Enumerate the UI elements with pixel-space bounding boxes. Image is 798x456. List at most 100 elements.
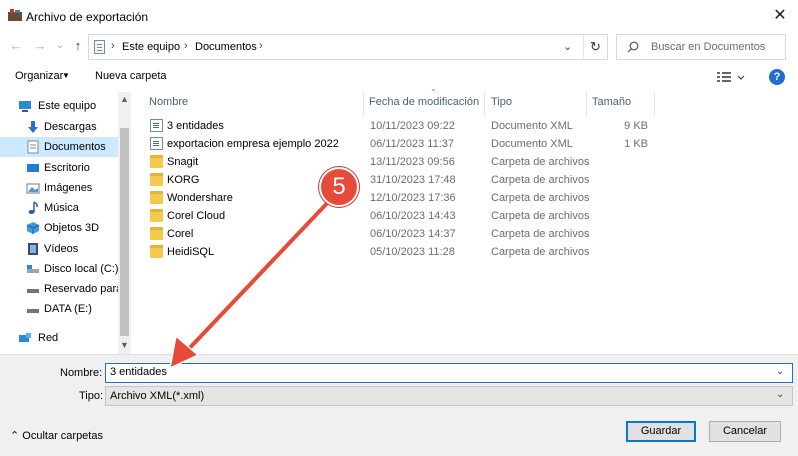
file-type-select[interactable]: Archivo XML(*.xml) [105,386,793,406]
file-name: Wondershare [167,192,233,204]
sidebar-item-label: Disco local (C:) [44,263,119,275]
sidebar-item-label: Imágenes [44,182,93,194]
sidebar-item-label: Objetos 3D [44,222,100,234]
sidebar-item-label: Escritorio [44,162,90,174]
cancel-button[interactable]: Cancelar [709,421,781,442]
video-icon [28,243,38,255]
search-input[interactable]: Buscar en Documentos [616,34,786,60]
column-header-date[interactable]: Fecha de modificación [369,96,479,108]
sidebar-item-objetos-3d[interactable]: Objetos 3D [0,218,118,238]
hide-folders-toggle[interactable]: ⌃ Ocultar carpetas [10,429,103,442]
sidebar-item-label: Música [44,202,79,214]
sidebar-item-label: Documentos [44,141,106,153]
sidebar-item-label: DATA (E:) [44,303,92,315]
column-header-size[interactable]: Tamaño [592,96,631,108]
sidebar-item-red[interactable]: Red [0,328,118,348]
desktop-icon [27,164,39,172]
drive-c-icon [27,265,39,273]
file-row[interactable]: HeidiSQL 05/10/2023 11:28 Carpeta de arc… [134,243,674,261]
file-date: 12/10/2023 17:36 [370,192,456,204]
sidebar-item-este-equipo[interactable]: Este equipo [0,96,118,116]
scroll-up-icon[interactable]: ▲ [118,94,131,104]
cube-3d-icon [26,222,40,234]
column-divider[interactable] [484,92,485,116]
file-type: Documento XML [491,120,573,132]
file-row[interactable]: 3 entidades 10/11/2023 09:22 Documento X… [134,117,674,135]
file-type: Carpeta de archivos [491,174,590,186]
file-type: Documento XML [491,138,573,150]
file-size: 9 KB [624,120,648,132]
file-type: Carpeta de archivos [491,210,590,222]
address-row: ← → ⌄ ↑ › Este equipo › Documentos › ⌄ ↻… [0,32,798,60]
save-button[interactable]: Guardar [626,421,696,442]
breadcrumb-documentos[interactable]: Documentos [195,41,257,53]
file-name-input[interactable]: 3 entidades [105,363,793,383]
help-icon[interactable]: ? [769,69,785,85]
file-name: KORG [167,174,200,186]
xml-file-icon [150,119,163,132]
network-icon [19,333,31,342]
sidebar-item-label: Vídeos [44,243,79,255]
file-row[interactable]: Wondershare 12/10/2023 17:36 Carpeta de … [134,189,674,207]
sidebar-item-escritorio[interactable]: Escritorio [0,158,118,178]
sidebar-item-documentos[interactable]: Documentos [0,137,118,157]
refresh-icon[interactable]: ↻ [583,35,607,59]
file-row[interactable]: KORG 31/10/2023 17:48 Carpeta de archivo… [134,171,674,189]
window-title: Archivo de exportación [26,10,149,24]
column-header-name[interactable]: Nombre [149,96,188,108]
breadcrumb-este-equipo[interactable]: Este equipo [122,41,180,53]
forward-arrow-icon[interactable]: → [32,38,48,54]
column-divider[interactable] [586,92,587,116]
folder-icon [150,173,163,186]
sidebar-item-musica[interactable]: Música [0,198,118,218]
sidebar-item-label: Descargas [44,121,97,133]
sidebar-item-videos[interactable]: Vídeos [0,239,118,259]
close-icon[interactable]: ✕ [770,6,790,26]
scroll-down-icon[interactable]: ▼ [118,340,131,350]
file-date: 06/11/2023 11:37 [370,138,455,150]
nav-scrollbar[interactable]: ▲ ▼ [118,92,131,354]
chevron-right-icon[interactable]: › [111,40,115,52]
new-folder-button[interactable]: Nueva carpeta [95,70,167,82]
file-date: 31/10/2023 17:48 [370,174,456,186]
chevron-down-icon[interactable]: ⌄ [563,40,572,53]
sidebar-item-disco-local[interactable]: Disco local (C:) [0,259,119,279]
scrollbar-thumb[interactable] [120,128,129,336]
music-note-icon [28,201,38,214]
view-options-icon[interactable] [716,70,746,84]
step-number-badge: 5 [319,167,359,207]
column-header-type[interactable]: Tipo [491,96,512,108]
navigation-pane: Este equipo Descargas Documentos Escrito… [0,92,131,354]
address-bar[interactable]: › Este equipo › Documentos › ⌄ ↻ [88,34,608,60]
sidebar-item-data-e[interactable]: DATA (E:) [0,299,118,319]
file-row[interactable]: Corel Cloud 06/10/2023 14:43 Carpeta de … [134,207,674,225]
file-name-label: Nombre: [60,367,103,379]
file-date: 05/10/2023 11:28 [370,246,455,258]
folder-icon [150,191,163,204]
folder-icon [150,245,163,258]
file-type-label: Tipo: [79,390,104,402]
sidebar-item-reservado[interactable]: Reservado para el [0,279,118,299]
caret-down-icon[interactable]: ▼ [62,71,70,80]
sidebar-item-label: Este equipo [38,100,97,112]
recent-locations-icon[interactable]: ⌄ [52,38,68,54]
drive-icon [27,309,39,313]
up-arrow-icon[interactable]: ↑ [70,38,86,54]
chevron-right-icon[interactable]: › [259,40,263,52]
column-divider[interactable] [363,92,364,116]
sidebar-item-label: Reservado para el [44,283,118,295]
column-divider[interactable] [654,92,655,116]
file-row[interactable]: exportacion empresa ejemplo 2022 06/11/2… [134,135,674,153]
chevron-down-icon[interactable]: ⌄ [776,389,784,400]
download-arrow-icon [28,121,38,133]
file-row[interactable]: Snagit 13/11/2023 09:56 Carpeta de archi… [134,153,674,171]
chevron-right-icon[interactable]: › [184,40,188,52]
file-list: ⌃ Nombre Fecha de modificación Tipo Tama… [134,88,798,354]
sidebar-item-descargas[interactable]: Descargas [0,117,118,137]
chevron-down-icon[interactable]: ⌄ [776,366,784,377]
file-row[interactable]: Corel 06/10/2023 14:37 Carpeta de archiv… [134,225,674,243]
organize-button[interactable]: Organizar [15,70,63,82]
back-arrow-icon[interactable]: ← [8,38,24,54]
sidebar-item-imagenes[interactable]: Imágenes [0,178,118,198]
file-name: Corel Cloud [167,210,226,222]
